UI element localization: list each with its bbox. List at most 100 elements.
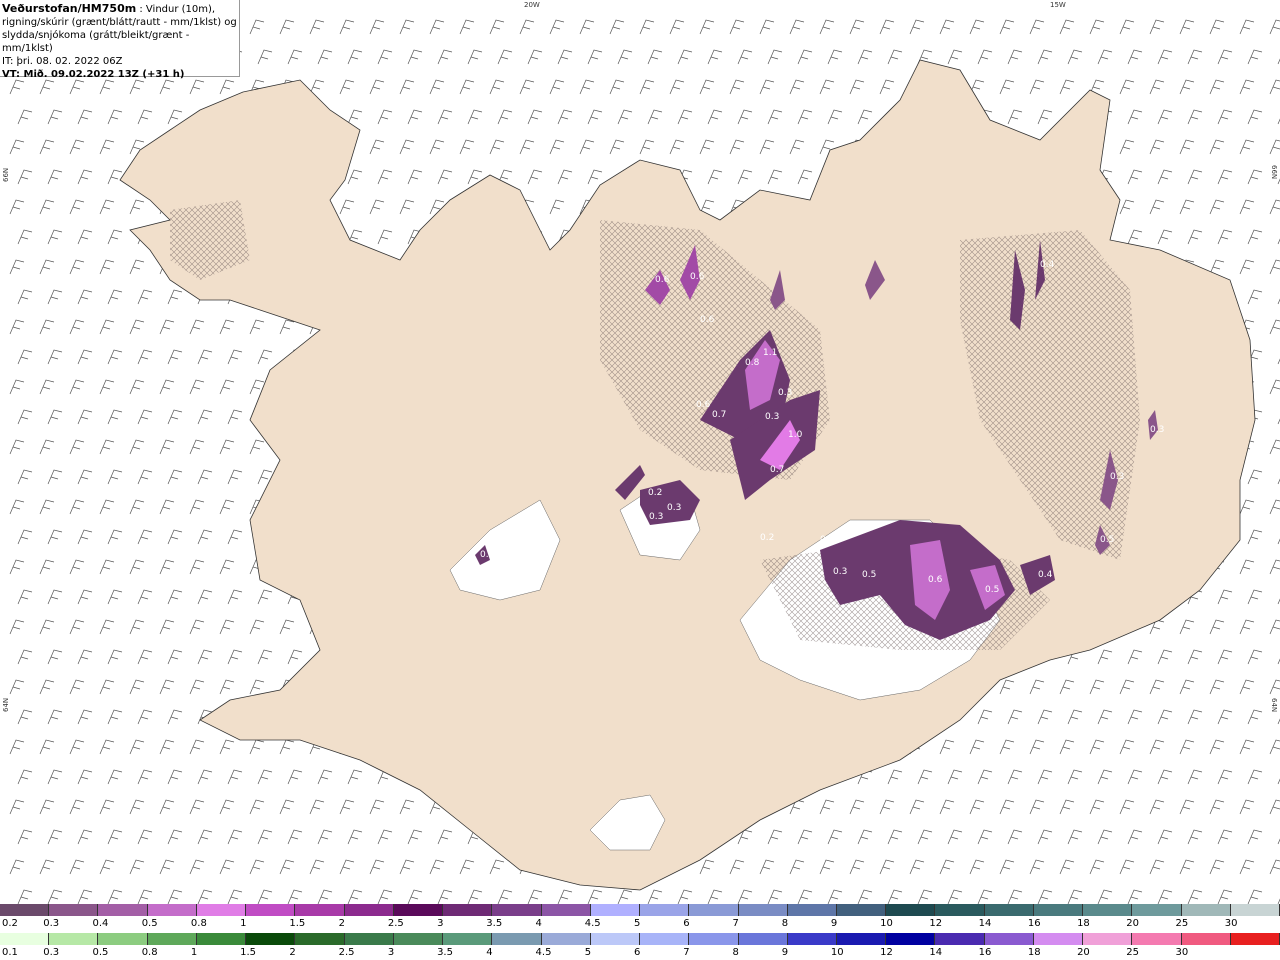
legend-swatch [1230,933,1280,945]
precip-value-label: 0.8 [745,358,760,368]
legend-swatch [640,904,690,916]
precip-value-label: 0.5 [862,570,877,580]
legend-label: 14 [978,918,992,929]
legend-label: 25 [1126,947,1140,958]
precip-value-label: 0.3 [1150,425,1165,435]
legend-swatch [689,904,739,916]
legend-swatch [738,933,788,945]
legend-label: 3 [437,918,444,929]
legend-swatch [886,904,936,916]
snow-color-scale [0,904,1280,916]
legend-swatch [344,933,394,945]
precip-value-label: 0.6 [696,400,711,410]
legend-label: 30 [1224,918,1238,929]
legend-swatch [295,904,345,916]
legend-swatch [246,933,296,945]
legend-label: 30 [1175,947,1189,958]
legend-swatch [541,933,591,945]
legend-swatch [1181,933,1231,945]
map-variable-line2: rigning/skúrir (grænt/blátt/rautt - mm/1… [2,17,237,28]
lon-label-20w: 20W [524,1,540,9]
legend-swatch [196,933,247,945]
legend-label: 8 [781,918,789,929]
legend-swatch [492,933,542,945]
legend-swatch [1083,933,1133,945]
legend-label: 16 [1027,918,1041,929]
legend-swatch [147,904,197,916]
legend-label: 0.4 [92,918,109,929]
legend-label: 0.3 [43,947,60,958]
precip-value-label: 0.7 [712,410,727,420]
map-variable-line3: slydda/snjókoma (grátt/bleikt/grænt - mm… [2,30,190,54]
rain-color-scale [0,933,1280,945]
legend-label: 16 [978,947,992,958]
legend-label: 9 [830,918,838,929]
legend-swatch [393,904,444,916]
legend-label: 20 [1077,947,1090,958]
legend-label: 0.1 [2,947,18,958]
legend-label: 25 [1175,918,1189,929]
lon-label-15w: 15W [1050,1,1066,9]
map-header: Veðurstofan/HM750m : Vindur (10m), rigni… [0,0,240,80]
precip-value-label: 0.5 [985,585,1000,595]
precip-value-label: 0.6 [928,575,943,585]
legend-label: 0.8 [190,918,207,929]
legend-swatch [49,933,99,945]
legend-label: 3.5 [437,947,453,958]
legend-swatch [590,933,641,945]
rain-scale-labels: 0.1 0.3 0.5 0.8 1 1.5 2 2.5 3 3.5 4 4.5 5 6 7 8 9 10 12 14 1… [0,947,1280,959]
legend-swatch [295,933,345,945]
legend-swatch [640,933,690,945]
legend-swatch [492,904,542,916]
precip-value-label: 0.4 [1040,260,1055,270]
legend-label: 3 [387,947,395,958]
legend-swatch [98,904,148,916]
legend-swatch [689,933,739,945]
legend-swatch [246,904,296,916]
legend-swatch [147,933,197,945]
legend-swatch [1083,904,1133,916]
legend-swatch [393,933,444,945]
legend-label: 4.5 [584,918,601,929]
legend-swatch [836,904,887,916]
precip-value-label: 0.3 [778,388,793,398]
valid-time: VT: Mið. 09.02.2022 13Z (+31 h) [2,69,185,80]
legend-label: 12 [880,947,893,958]
legend-swatch [443,904,493,916]
weather-map [0,0,1280,904]
legend-label: 7 [732,918,739,929]
initial-time: IT: þri. 08. 02. 2022 06Z [2,56,123,67]
precip-value-label: 0.5 [1100,535,1115,545]
legend-swatch [738,904,788,916]
legend-label: 8 [732,947,739,958]
precip-value-label: 0.3 [765,412,780,422]
legend-label: 5 [584,947,592,958]
precip-value-label: 0.2 [648,488,663,498]
legend-label: 1 [240,918,247,929]
legend-label: 0.5 [92,947,109,958]
precip-value-label: 0.3 [667,503,682,513]
lat-label-64n-left: 64N [2,697,10,712]
legend-swatch [0,933,50,945]
legend-swatch [984,904,1034,916]
legend-swatch [886,933,936,945]
legend: 0.2 0.3 0.4 0.5 0.8 1 1.5 2 2.5 3 3.5 4 4.5 5 6 7 8 9 10 12… [0,904,1280,960]
legend-swatch [98,933,148,945]
precip-value-label: 0.4 [1038,570,1053,580]
legend-swatch [443,933,493,945]
legend-label: 2.5 [338,947,355,958]
legend-swatch [1181,904,1231,916]
legend-swatch [984,933,1034,945]
lat-label-66n-left: 66N [2,167,10,182]
legend-swatch [1033,904,1084,916]
precip-value-label: 0.5 [480,550,495,560]
legend-label: 20 [1126,918,1140,929]
legend-label: 2 [338,918,345,929]
legend-swatch [196,904,247,916]
legend-swatch [49,904,99,916]
legend-label: 1.5 [289,918,306,929]
legend-swatch [1230,904,1280,916]
precip-value-label: 1.0 [788,430,803,440]
legend-swatch [590,904,641,916]
legend-label: 12 [929,918,943,929]
